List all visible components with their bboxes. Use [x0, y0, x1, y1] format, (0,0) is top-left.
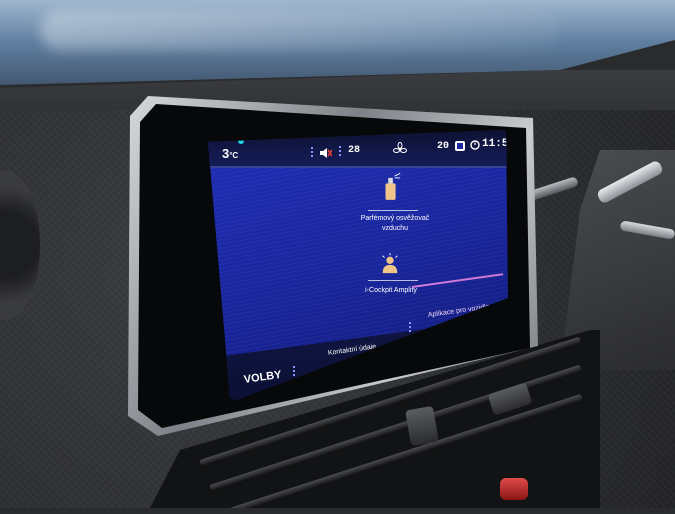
- item-underline: [368, 210, 418, 211]
- phone-icon[interactable]: [454, 140, 466, 152]
- divider: [293, 366, 295, 376]
- divider: [311, 147, 313, 157]
- item-underline: [368, 280, 418, 281]
- divider: [339, 146, 341, 156]
- divider: [409, 322, 411, 332]
- fan-level-value: 20: [437, 141, 450, 152]
- clock-icon: [470, 140, 480, 150]
- clock-time: 11:55: [482, 138, 508, 150]
- speaker-muted-icon[interactable]: [318, 146, 332, 160]
- amplify-icon: [382, 253, 398, 274]
- status-bar-separator: [208, 166, 508, 168]
- fan-icon[interactable]: [393, 142, 407, 156]
- outside-temperature: 3°C: [222, 146, 238, 161]
- vent-adjust-tab[interactable]: [405, 405, 439, 447]
- menu-item-label: Parfémový osvěžovač vzduchu: [360, 215, 430, 232]
- windshield-glare: [40, 10, 560, 50]
- perfume-icon: [385, 172, 401, 200]
- temperature-unit: °C: [229, 151, 239, 160]
- volume-value: 28: [348, 145, 361, 156]
- hazard-button[interactable]: [500, 478, 528, 500]
- menu-item-label: i-Cockpit Amplify: [365, 287, 417, 294]
